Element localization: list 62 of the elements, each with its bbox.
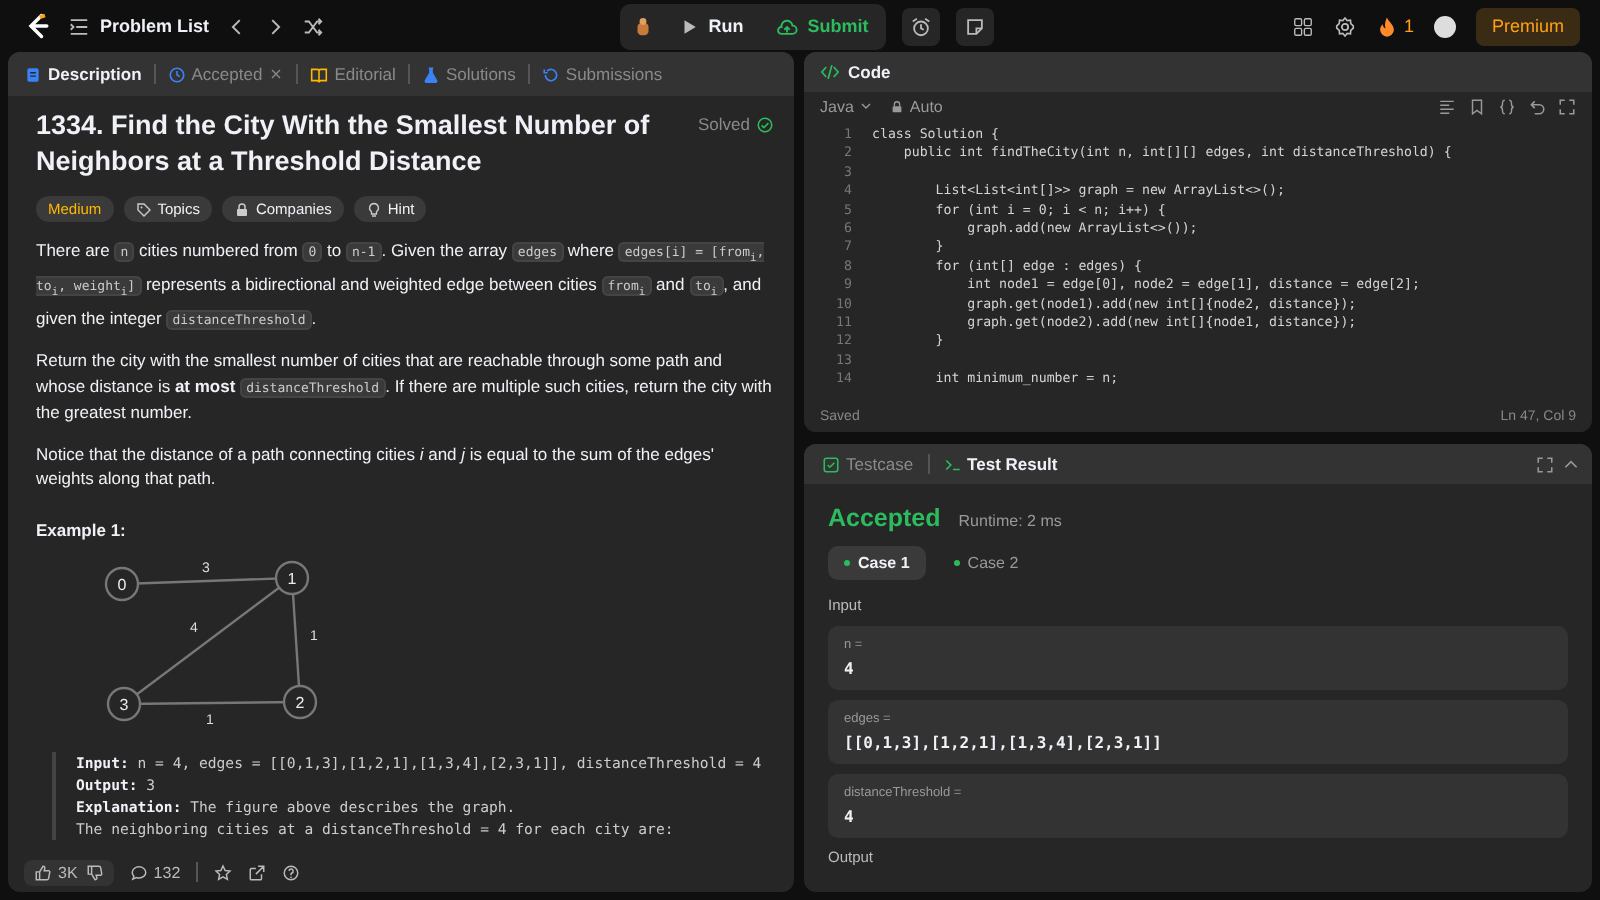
timer-button[interactable] [902, 7, 941, 45]
problem-title: 1334. Find the City With the Smallest Number of Neighbors at a Threshold Distance [36, 108, 652, 180]
expand-icon[interactable] [1536, 455, 1554, 473]
variable-value: [[0,1,3],[1,2,1],[1,3,4],[2,3,1]] [844, 734, 1164, 752]
check-circle-icon [756, 115, 774, 133]
terminal-icon [943, 455, 962, 473]
like-button[interactable]: 3K [34, 863, 78, 881]
panel-tab[interactable]: Description [16, 60, 150, 88]
fire-icon [1375, 15, 1398, 37]
panel-tab[interactable]: Test Result [937, 450, 1064, 478]
panel-tab[interactable]: Testcase [816, 450, 920, 478]
comments-button[interactable]: 132 [129, 863, 181, 881]
tag-icon [135, 201, 152, 217]
panel-tab[interactable]: Solutions [413, 60, 524, 88]
panel-tab[interactable]: Submissions [533, 60, 671, 88]
lightbulb-icon [365, 201, 382, 217]
expand-icon[interactable] [1558, 97, 1576, 115]
case-tab[interactable]: Case 1 [828, 546, 926, 580]
checkbox-icon [822, 455, 840, 473]
premium-button[interactable]: Premium [1476, 7, 1581, 45]
notes-button[interactable] [956, 7, 995, 45]
case-tab[interactable]: Case 2 [937, 546, 1035, 580]
thumbs-down-icon[interactable] [85, 863, 104, 881]
share-icon[interactable] [248, 863, 267, 881]
logo-icon[interactable] [24, 12, 52, 40]
code-icon [820, 62, 840, 82]
variable-value: 4 [844, 808, 856, 826]
runtime: Runtime: 2 ms [958, 512, 1062, 530]
note-icon [964, 15, 987, 37]
language-dropdown[interactable]: Java [820, 97, 874, 115]
variable-value: 4 [844, 660, 856, 678]
cloud-upload-icon [775, 15, 798, 37]
bookmark-icon[interactable] [1468, 97, 1486, 115]
panel-tab[interactable]: Editorial [302, 60, 404, 88]
example-heading: Example 1: [36, 519, 128, 540]
undo-icon[interactable] [1528, 97, 1546, 115]
thumbs-up-icon [34, 863, 52, 881]
lock-icon [233, 201, 250, 217]
streak-counter[interactable]: 1 [1375, 15, 1414, 37]
avatar[interactable] [1434, 15, 1456, 37]
close-icon[interactable] [268, 66, 285, 82]
grid-icon[interactable] [1291, 15, 1314, 37]
alarm-clock-icon [910, 15, 933, 37]
play-icon [680, 17, 699, 35]
solved-status: Solved [698, 114, 774, 134]
problem-list-link[interactable]: Problem List [68, 15, 210, 37]
description-paragraph: Notice that the distance of a path connecting cities i and j is equal to the sum of the edges' weights along that path. [36, 441, 717, 492]
comment-icon [129, 863, 148, 881]
verdict: Accepted [828, 504, 941, 532]
caret-icon [857, 98, 874, 114]
shuffle-icon[interactable] [301, 15, 324, 37]
settings-icon[interactable] [1333, 15, 1356, 37]
collapse-icon[interactable] [1562, 455, 1580, 473]
star-icon[interactable] [214, 863, 233, 881]
panel-tab[interactable]: Accepted [159, 60, 293, 88]
autocomplete-mode[interactable]: Auto [889, 97, 943, 115]
braces-icon[interactable] [1498, 97, 1516, 115]
panel-title: Code [848, 62, 891, 82]
help-icon[interactable] [282, 863, 301, 881]
list-icon [68, 15, 90, 37]
lock-icon [889, 99, 904, 113]
format-icon[interactable] [1438, 97, 1456, 115]
